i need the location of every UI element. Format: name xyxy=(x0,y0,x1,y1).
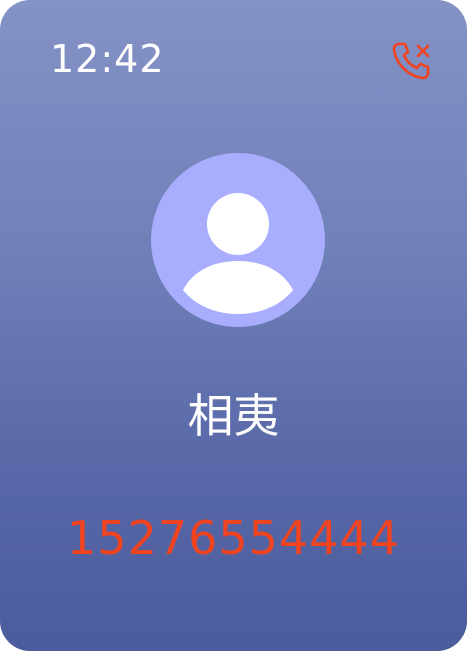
contact-avatar xyxy=(151,153,325,327)
missed-call-card: 12:42 相夷 15276554444 xyxy=(0,0,467,651)
clock-time: 12:42 xyxy=(50,37,165,81)
contact-name: 相夷 xyxy=(187,389,280,443)
person-icon xyxy=(183,193,293,314)
phone-number[interactable]: 15276554444 xyxy=(0,512,467,564)
phone-missed-icon[interactable] xyxy=(390,40,434,84)
